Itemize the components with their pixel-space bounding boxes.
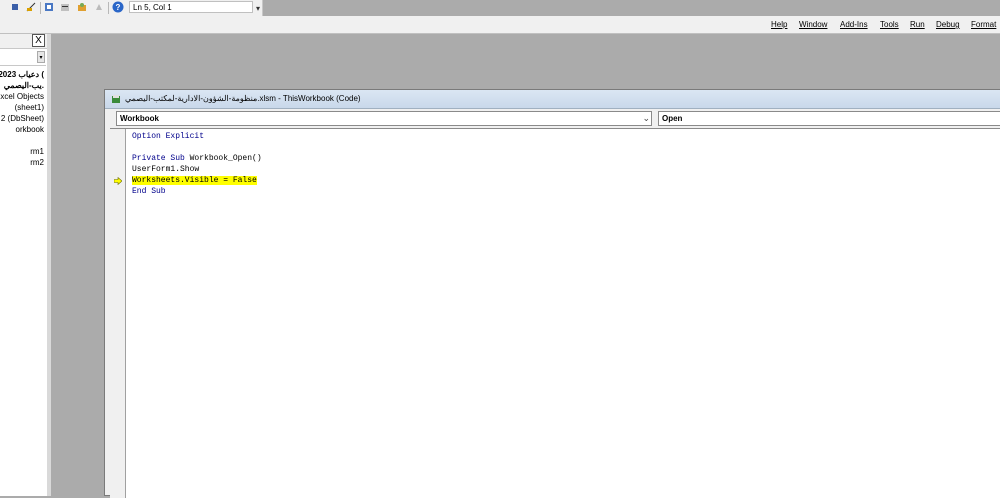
menu-window[interactable]: Window xyxy=(799,20,827,29)
tree-item-project-name-2[interactable]: يب-اليصمي. xyxy=(4,81,44,90)
code-window-titlebar[interactable]: منظومة-الشؤون-الادارية-لمكتب-اليصمي.xlsm… xyxy=(105,90,1000,109)
procedure-combo-value: Open xyxy=(662,114,683,123)
project-explorer-panel: X ▾ دعياب 2023 ( يب-اليصمي. Excel Object… xyxy=(0,34,48,496)
chevron-down-icon[interactable]: ▾ xyxy=(37,51,45,63)
code-module-icon xyxy=(112,95,120,103)
code-line-6: End Sub xyxy=(132,186,166,197)
toolbox-icon[interactable] xyxy=(94,2,104,12)
tree-item-excel-objects[interactable]: Excel Objects xyxy=(0,92,44,101)
toolbar-separator xyxy=(40,2,41,14)
panel-splitter[interactable] xyxy=(47,34,51,496)
code-line-3: Private Sub Workbook_Open() xyxy=(132,153,262,164)
menu-bar: Help Window Add-Ins Tools Run Debug Form… xyxy=(0,16,1000,34)
object-browser-icon[interactable] xyxy=(77,2,87,12)
object-combo[interactable]: Workbook ⌄ xyxy=(116,111,652,126)
menu-tools[interactable]: Tools xyxy=(880,20,899,29)
project-explorer-icon[interactable] xyxy=(44,2,54,12)
code-keyword: Option Explicit xyxy=(132,132,205,141)
code-line-1: Option Explicit xyxy=(132,131,204,142)
menu-debug[interactable]: Debug xyxy=(936,20,960,29)
menu-help[interactable]: Help xyxy=(771,20,787,29)
code-editor[interactable]: Option Explicit Private Sub Workbook_Ope… xyxy=(110,128,1000,498)
tree-item-thisworkbook[interactable]: orkbook xyxy=(16,125,44,134)
code-text-segment: UserForm1.Show xyxy=(132,165,200,174)
toolbar-separator xyxy=(108,2,109,14)
tree-item-userform2[interactable]: rm2 xyxy=(30,158,44,167)
design-mode-icon[interactable] xyxy=(26,2,36,12)
highlighted-statement: Worksheets.Visible = False xyxy=(132,176,257,185)
tree-item-sheet1[interactable]: (sheet1) xyxy=(15,103,44,112)
tree-item-project-name[interactable]: دعياب 2023 ( xyxy=(0,70,44,79)
code-keyword: End Sub xyxy=(132,187,166,196)
tree-item-dbsheet[interactable]: 2 (DbSheet) xyxy=(1,114,44,123)
code-keyword: Private Sub xyxy=(132,154,190,163)
standard-toolbar: ? Ln 5, Col 1 ▾ xyxy=(0,0,263,17)
code-window: منظومة-الشؤون-الادارية-لمكتب-اليصمي.xlsm… xyxy=(104,89,1000,498)
code-text-segment: Workbook_Open() xyxy=(189,154,262,163)
procedure-combo[interactable]: Open xyxy=(658,111,1000,126)
menu-run[interactable]: Run xyxy=(910,20,925,29)
execution-arrow-icon xyxy=(114,177,122,185)
svg-text:?: ? xyxy=(116,3,121,12)
close-panel-button[interactable]: X xyxy=(32,34,45,47)
tree-item-userform1[interactable]: rm1 xyxy=(30,147,44,156)
code-window-title: منظومة-الشؤون-الادارية-لمكتب-اليصمي.xlsm… xyxy=(125,94,361,103)
cursor-position-status: Ln 5, Col 1 xyxy=(129,1,253,13)
stop-icon[interactable] xyxy=(10,2,20,12)
code-line-4: UserForm1.Show xyxy=(132,164,199,175)
properties-icon[interactable] xyxy=(60,2,70,12)
chevron-down-icon[interactable]: ⌄ xyxy=(642,112,650,125)
help-icon[interactable]: ? xyxy=(112,1,124,13)
menu-format[interactable]: Format xyxy=(971,20,996,29)
toolbar-options-icon[interactable]: ▾ xyxy=(256,4,260,13)
indicator-margin[interactable] xyxy=(110,129,126,498)
menu-add-ins[interactable]: Add-Ins xyxy=(840,20,868,29)
code-line-5-current: Worksheets.Visible = False xyxy=(132,175,257,186)
object-combo-value: Workbook xyxy=(120,114,159,123)
